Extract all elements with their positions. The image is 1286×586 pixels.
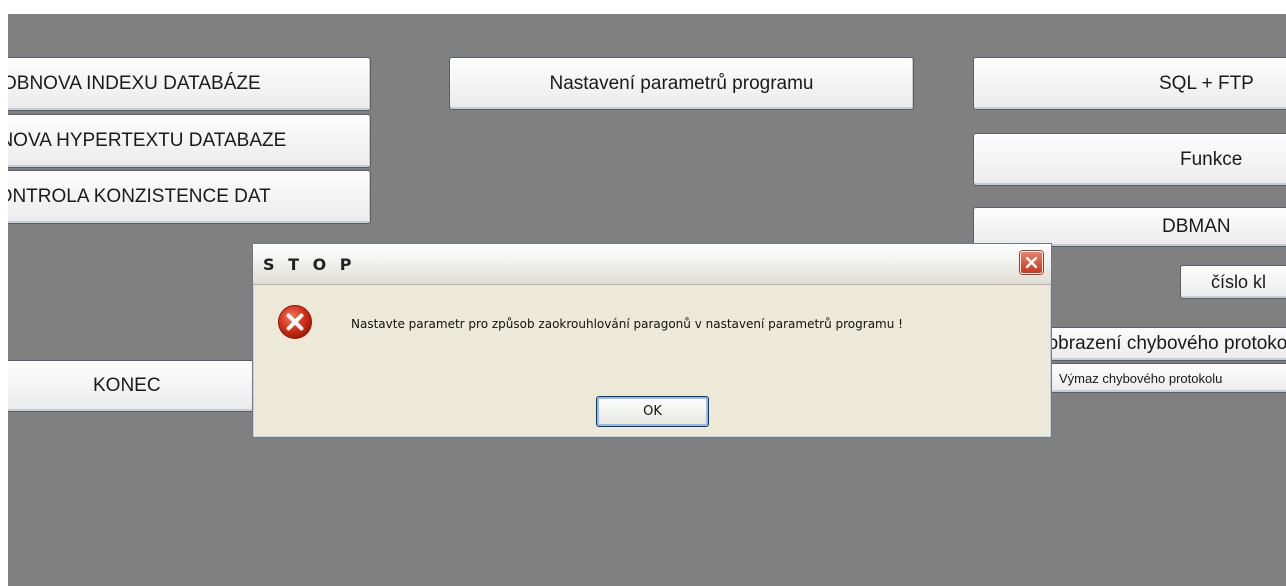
vymaz-protokolu-label: Výmaz chybového protokolu xyxy=(1059,370,1223,386)
funkce-button[interactable]: Funkce xyxy=(973,133,1286,186)
stop-dialog: S T O P Nastavte parametr pro způsob zao… xyxy=(252,243,1052,438)
cislo-klavesnice-label: číslo kl xyxy=(1211,271,1267,292)
dialog-title: S T O P xyxy=(263,255,356,274)
obnova-hypertextu-button[interactable]: OBNOVA HYPERTEXTU DATABAZE xyxy=(8,114,371,168)
obnova-indexu-label: OBNOVA INDEXU DATABÁZE xyxy=(8,73,261,94)
konec-label: KONEC xyxy=(93,375,161,396)
funkce-label: Funkce xyxy=(1180,148,1243,170)
dialog-message: Nastavte parametr pro způsob zaokrouhlov… xyxy=(351,317,903,331)
ok-label: OK xyxy=(643,404,662,419)
zobrazeni-protokolu-label: Zobrazení chybového protokolu xyxy=(1036,333,1286,354)
dialog-body: Nastavte parametr pro způsob zaokrouhlov… xyxy=(257,287,1047,433)
obnova-hypertextu-label: OBNOVA HYPERTEXTU DATABAZE xyxy=(8,130,287,151)
close-icon[interactable] xyxy=(1020,251,1043,274)
error-icon xyxy=(277,304,313,340)
sql-ftp-label: SQL + FTP xyxy=(1159,72,1254,94)
dialog-titlebar[interactable]: S T O P xyxy=(253,244,1051,285)
kontrola-konzistence-button[interactable]: KONTROLA KONZISTENCE DAT xyxy=(8,170,371,224)
nastaveni-parametru-label: Nastavení parametrů programu xyxy=(549,72,814,94)
dbman-button[interactable]: DBMAN xyxy=(973,207,1286,247)
cislo-klavesnice-button[interactable]: číslo kl xyxy=(1180,265,1286,299)
obnova-indexu-button[interactable]: OBNOVA INDEXU DATABÁZE xyxy=(8,57,371,111)
sql-ftp-button[interactable]: SQL + FTP xyxy=(973,57,1286,110)
vymaz-protokolu-button[interactable]: Výmaz chybového protokolu xyxy=(1048,363,1286,393)
nastaveni-parametru-button[interactable]: Nastavení parametrů programu xyxy=(449,57,914,110)
dbman-label: DBMAN xyxy=(1162,216,1231,237)
kontrola-konzistence-label: KONTROLA KONZISTENCE DAT xyxy=(8,186,271,207)
ok-button[interactable]: OK xyxy=(596,396,709,427)
